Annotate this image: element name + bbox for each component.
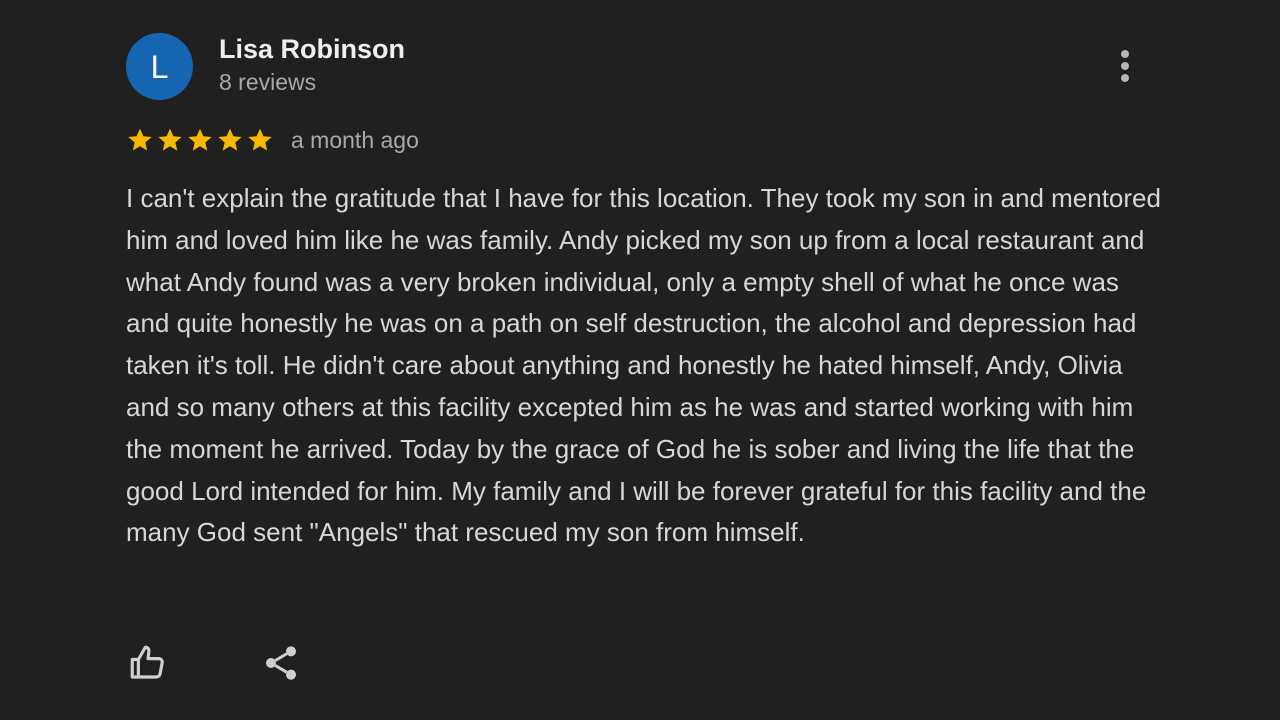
more-options-button[interactable] bbox=[1108, 44, 1142, 88]
avatar[interactable]: L bbox=[126, 33, 193, 100]
star-icon bbox=[186, 126, 214, 154]
more-vert-icon bbox=[1121, 50, 1129, 58]
like-button[interactable] bbox=[126, 641, 170, 685]
review-timestamp: a month ago bbox=[291, 127, 419, 153]
review-card: L Lisa Robinson 8 reviews a month ago I … bbox=[0, 0, 1280, 720]
star-rating bbox=[126, 126, 274, 154]
share-button[interactable] bbox=[259, 641, 303, 685]
avatar-initial: L bbox=[150, 48, 169, 85]
star-icon bbox=[216, 126, 244, 154]
star-icon bbox=[156, 126, 184, 154]
reviewer-review-count[interactable]: 8 reviews bbox=[219, 68, 316, 96]
thumbs-up-icon bbox=[130, 645, 164, 679]
star-icon bbox=[126, 126, 154, 154]
star-icon bbox=[246, 126, 274, 154]
reviewer-name[interactable]: Lisa Robinson bbox=[219, 33, 405, 65]
review-text: I can't explain the gratitude that I hav… bbox=[126, 183, 1161, 548]
share-icon bbox=[266, 646, 296, 680]
rating-row: a month ago bbox=[126, 124, 419, 156]
